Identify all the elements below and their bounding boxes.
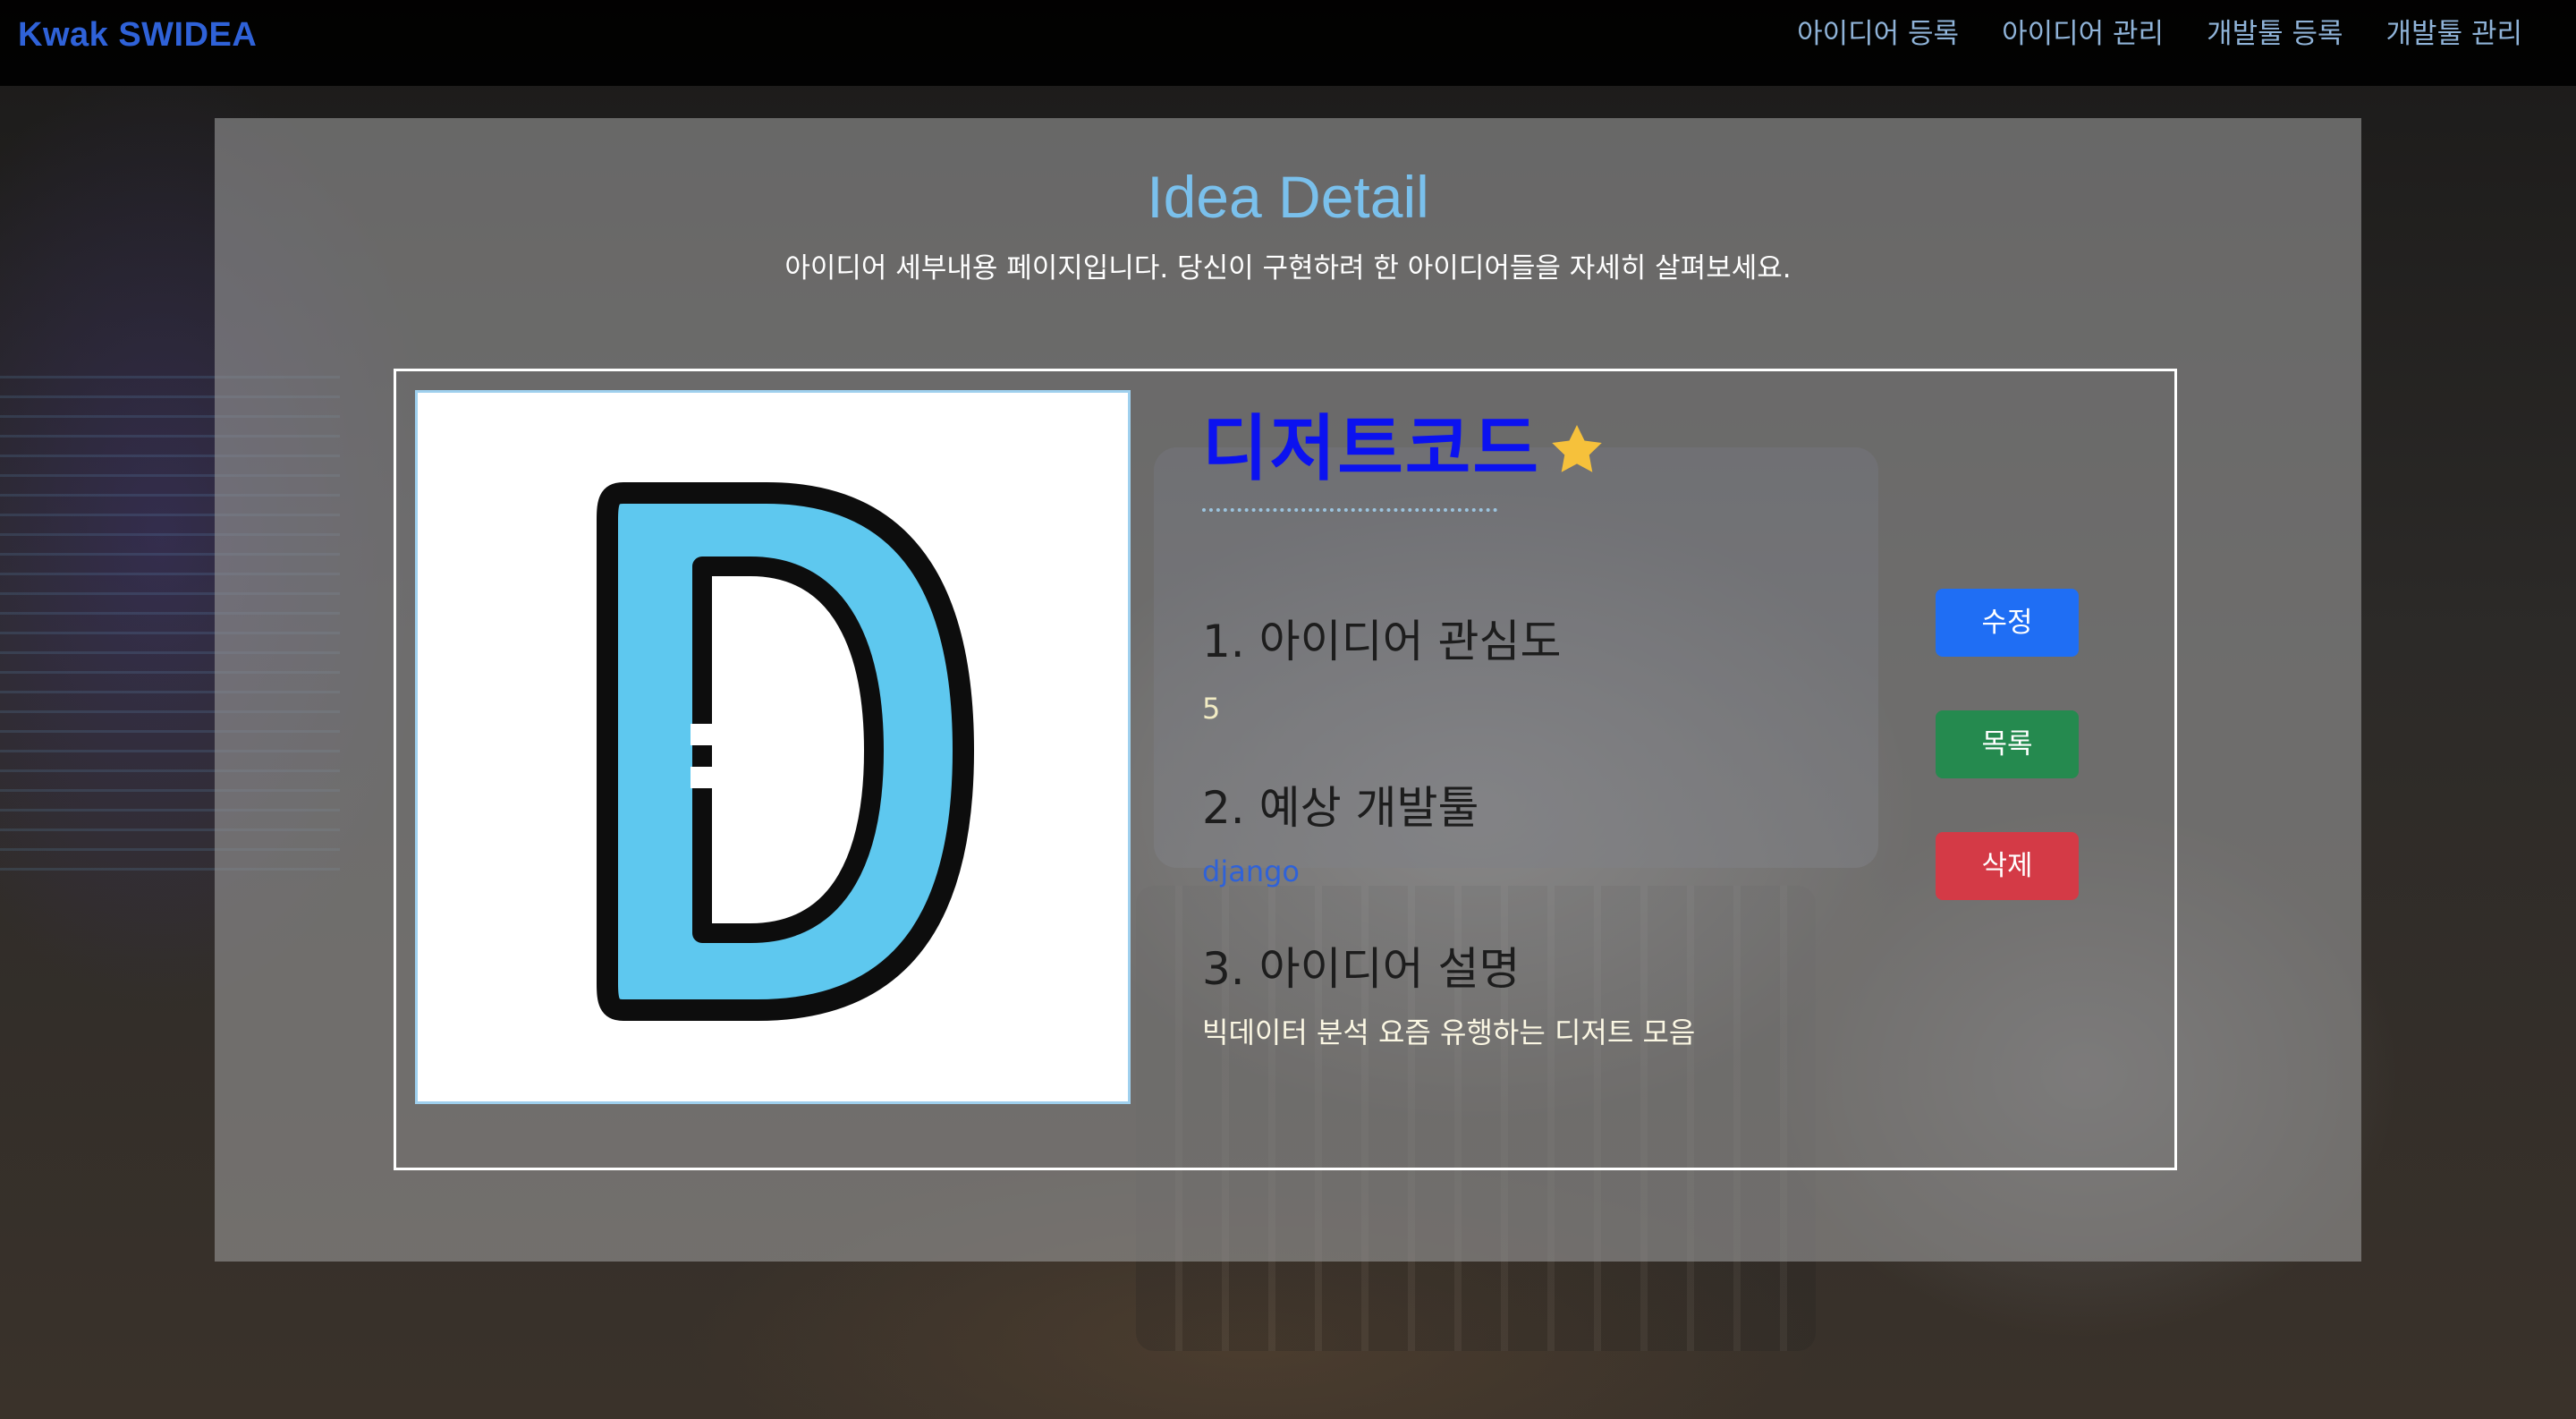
page-subtitle: 아이디어 세부내용 페이지입니다. 당신이 구현하려 한 아이디어들을 자세히 … [784,252,1792,285]
interest-value: 5 [1202,692,1221,726]
page-title: Idea Detail [1147,164,1429,230]
nav-link-idea-manage[interactable]: 아이디어 관리 [2002,14,2164,54]
devtool-link[interactable]: django [1202,852,1300,891]
devtool-heading: 2. 예상 개발툴 [1202,782,1479,834]
letter-d-icon [597,482,974,1021]
nav-link-devtool-manage[interactable]: 개발툴 관리 [2386,14,2522,54]
star-icon[interactable] [1547,421,1606,480]
idea-name: 디저트코드 [1202,409,1540,489]
navbar: Kwak SWIDEA 아이디어 등록 아이디어 관리 개발툴 등록 개발툴 관… [0,0,2576,86]
edit-button[interactable]: 수정 [1936,589,2079,657]
list-button[interactable]: 목록 [1936,710,2079,778]
idea-image [415,390,1131,1104]
delete-button[interactable]: 삭제 [1936,832,2079,900]
nav-link-devtool-register[interactable]: 개발툴 등록 [2207,14,2343,54]
idea-name-underline [1202,508,1497,512]
brand-logo[interactable]: Kwak SWIDEA [18,16,257,55]
description-value: 빅데이터 분석 요즘 유행하는 디저트 모음 [1202,1015,1696,1049]
nav-links: 아이디어 등록 아이디어 관리 개발툴 등록 개발툴 관리 [1797,14,2522,54]
nav-link-idea-register[interactable]: 아이디어 등록 [1797,14,1959,54]
description-heading: 3. 아이디어 설명 [1202,943,1521,995]
interest-heading: 1. 아이디어 관심도 [1202,616,1562,667]
